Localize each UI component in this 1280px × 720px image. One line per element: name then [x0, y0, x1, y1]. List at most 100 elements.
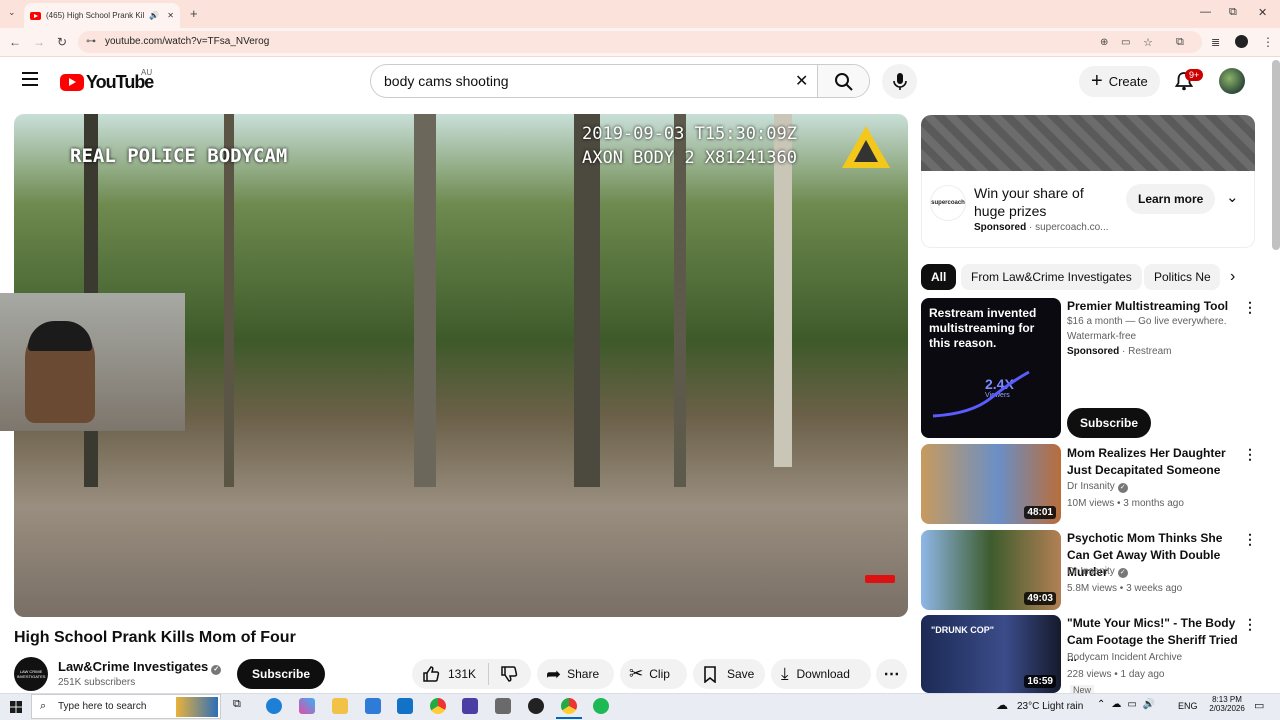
promo-thumb-text: Restream invented multistreaming for thi…: [929, 306, 1037, 350]
close-window-button[interactable]: ✕: [1258, 6, 1267, 19]
clip-button[interactable]: ✂ Clip: [620, 659, 687, 689]
page-scrollbar[interactable]: [1272, 60, 1280, 250]
clock[interactable]: 8:13 PM 2/03/2026: [1207, 695, 1247, 713]
search-icon: [835, 73, 853, 91]
hamburger-menu-icon[interactable]: [22, 72, 38, 86]
ad-banner-image[interactable]: [921, 115, 1255, 171]
download-button[interactable]: ⤓ Download: [771, 659, 871, 689]
related-channel[interactable]: Dr Insanity ✓: [1067, 566, 1128, 578]
edge-icon[interactable]: [266, 698, 282, 714]
bookmark-star-icon[interactable]: ☆: [1143, 36, 1153, 49]
minimize-button[interactable]: —: [1200, 6, 1211, 18]
file-explorer-icon[interactable]: [332, 698, 348, 714]
chip-all[interactable]: All: [921, 264, 957, 290]
tab-close-icon[interactable]: ✕: [167, 11, 174, 20]
download-label: Download: [796, 667, 850, 681]
account-avatar[interactable]: [1219, 68, 1245, 94]
clear-search-icon[interactable]: ✕: [795, 71, 808, 91]
profile-avatar[interactable]: [1235, 35, 1248, 48]
new-tab-button[interactable]: +: [190, 6, 198, 21]
language-indicator[interactable]: ENG: [1178, 701, 1198, 711]
learn-more-button[interactable]: Learn more: [1126, 184, 1216, 214]
thumb-caption: "DRUNK COP": [931, 625, 995, 635]
clip-label: Clip: [649, 667, 670, 681]
share-arrow-icon: ➦: [546, 663, 562, 684]
search-highlight-image: [176, 697, 218, 717]
copilot-icon[interactable]: [299, 698, 315, 714]
weather-text[interactable]: 23°C Light rain: [1017, 701, 1083, 712]
promo-title[interactable]: Premier Multistreaming Tool: [1067, 298, 1237, 315]
reading-list-icon[interactable]: ≣: [1211, 36, 1220, 49]
related-more-icon[interactable]: ⋮: [1243, 616, 1257, 633]
site-info-icon[interactable]: ⊶: [86, 36, 96, 47]
chrome-active-icon[interactable]: [561, 698, 577, 714]
ad-expand-chevron-icon[interactable]: ⌄: [1226, 188, 1239, 206]
notification-center-icon[interactable]: ▭: [1254, 699, 1264, 712]
promo-thumbnail[interactable]: Restream invented multistreaming for thi…: [921, 298, 1061, 438]
channel-avatar[interactable]: LAW CRIME INVESTIGATES: [14, 657, 48, 691]
ad-sponsored: Sponsored: [974, 222, 1027, 233]
mail-icon[interactable]: [397, 698, 413, 714]
tab-title: (465) High School Prank Kil: [46, 11, 145, 20]
related-thumbnail[interactable]: "DRUNK COP" 16:59: [921, 615, 1061, 693]
related-meta: 5.8M views • 3 weeks ago: [1067, 583, 1183, 594]
forward-icon[interactable]: →: [33, 35, 45, 49]
ad-domain: supercoach.co...: [1035, 222, 1109, 233]
share-button[interactable]: ➦ Share: [537, 659, 614, 689]
store-icon[interactable]: [365, 698, 381, 714]
obs-icon[interactable]: [528, 698, 544, 714]
app-icon-2[interactable]: [495, 698, 511, 714]
browser-menu-icon[interactable]: ⋮: [1262, 35, 1274, 49]
back-icon[interactable]: ←: [9, 35, 21, 49]
promo-more-icon[interactable]: ⋮: [1243, 299, 1257, 316]
reload-icon[interactable]: ↻: [57, 35, 67, 49]
chips-next-chevron-icon[interactable]: ›: [1226, 268, 1236, 286]
tree-trunk: [414, 114, 436, 487]
create-label: Create: [1108, 74, 1148, 89]
windows-start-icon[interactable]: [10, 701, 22, 713]
duration-badge: 16:59: [1024, 675, 1056, 688]
related-meta: 228 views • 1 day ago: [1067, 669, 1165, 680]
chrome-icon[interactable]: [430, 698, 446, 714]
promo-sponsor: Sponsored · Restream: [1067, 346, 1172, 357]
thumbs-down-icon[interactable]: [500, 665, 518, 683]
promo-subscribe-button[interactable]: Subscribe: [1067, 408, 1152, 438]
subscribe-button[interactable]: Subscribe: [237, 659, 326, 689]
clock-time: 8:13 PM: [1212, 695, 1242, 704]
chip-from-channel[interactable]: From Law&Crime Investigates: [961, 264, 1142, 290]
promo-line2: Watermark-free: [1067, 331, 1137, 342]
create-button[interactable]: + Create: [1079, 66, 1160, 97]
zoom-icon[interactable]: ⊕: [1100, 37, 1108, 48]
related-title[interactable]: Mom Realizes Her Daughter Just Decapitat…: [1067, 445, 1237, 479]
thumbs-up-icon: [423, 666, 440, 682]
related-channel[interactable]: Bodycam Incident Archive: [1067, 652, 1182, 663]
audio-icon[interactable]: 🔊: [149, 11, 159, 20]
related-more-icon[interactable]: ⋮: [1243, 446, 1257, 463]
related-thumbnail[interactable]: 48:01: [921, 444, 1061, 524]
browser-tab[interactable]: (465) High School Prank Kil 🔊 ✕: [24, 3, 180, 28]
search-input[interactable]: body cams shooting: [384, 73, 509, 89]
restore-button[interactable]: ⧉: [1229, 6, 1237, 19]
related-thumbnail[interactable]: 49:03: [921, 530, 1061, 610]
system-tray-icons[interactable]: ⌃☁▭🔊: [1097, 699, 1161, 710]
tab-search-chevron-icon[interactable]: ⌄: [8, 7, 16, 18]
subscriber-count: 251K subscribers: [58, 677, 136, 688]
chip-politics[interactable]: Politics Ne: [1144, 264, 1220, 290]
spotify-icon[interactable]: [593, 698, 609, 714]
more-actions-icon[interactable]: ⋯: [876, 659, 907, 689]
youtube-logo[interactable]: YouTube: [60, 72, 154, 93]
like-button[interactable]: 131K: [422, 665, 476, 683]
taskbar-search-placeholder: Type here to search: [58, 701, 147, 712]
task-view-icon[interactable]: ⧉: [233, 698, 241, 711]
growth-curve-icon: [932, 370, 1030, 418]
channel-name[interactable]: Law&Crime Investigates ✓: [58, 659, 222, 675]
save-button[interactable]: Save: [693, 659, 765, 689]
cast-icon[interactable]: ▭: [1121, 37, 1130, 48]
app-icon[interactable]: [462, 698, 478, 714]
related-more-icon[interactable]: ⋮: [1243, 531, 1257, 548]
extensions-icon[interactable]: ⧉: [1176, 36, 1184, 49]
region-code: AU: [141, 68, 153, 77]
related-channel[interactable]: Dr Insanity ✓: [1067, 481, 1128, 493]
related-channel-name: Dr Insanity: [1067, 566, 1115, 577]
verified-check-icon: ✓: [1117, 568, 1128, 578]
